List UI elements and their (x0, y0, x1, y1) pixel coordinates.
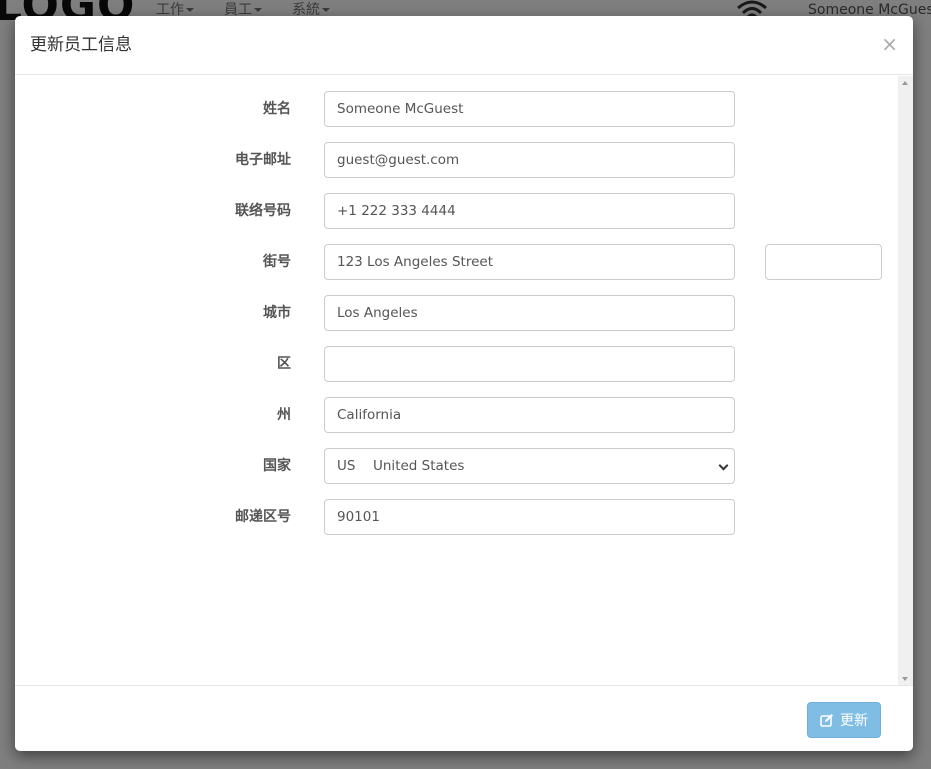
postal-input[interactable] (324, 499, 735, 535)
form-row-country: 国家 US United States (15, 448, 895, 484)
phone-input[interactable] (324, 193, 735, 229)
state-label: 州 (277, 407, 291, 423)
form-row-district: 区 (15, 346, 895, 382)
form-row-name: 姓名 (15, 91, 895, 127)
chevron-down-icon (718, 460, 729, 471)
name-label: 姓名 (263, 101, 291, 117)
close-button[interactable]: × (881, 34, 898, 54)
form-row-state: 州 (15, 397, 895, 433)
edit-icon (820, 714, 833, 727)
country-select[interactable]: US United States (324, 448, 735, 484)
modal-header: 更新员工信息 × (15, 16, 913, 75)
name-input[interactable] (324, 91, 735, 127)
email-label: 电子邮址 (235, 152, 291, 168)
postal-label: 邮递区号 (235, 509, 291, 525)
city-label: 城市 (263, 305, 291, 321)
form-row-postal: 邮递区号 (15, 499, 895, 535)
country-label: 国家 (263, 458, 291, 474)
scroll-down-arrow-icon[interactable] (902, 677, 908, 681)
form-row-street: 街号 (15, 244, 895, 280)
form-row-city: 城市 (15, 295, 895, 331)
update-button-label: 更新 (840, 713, 868, 729)
modal-footer: 更新 (15, 685, 913, 751)
modal-scrollbar[interactable] (898, 76, 913, 686)
form-row-email: 电子邮址 (15, 142, 895, 178)
scroll-up-arrow-icon[interactable] (902, 81, 908, 85)
street-extra-input[interactable] (765, 244, 882, 280)
city-input[interactable] (324, 295, 735, 331)
modal-body: 姓名 电子邮址 联络号码 街号 城市 区 州 国家 (15, 76, 913, 686)
modal-title: 更新员工信息 (30, 35, 132, 55)
street-label: 街号 (263, 254, 291, 270)
phone-label: 联络号码 (235, 203, 291, 219)
form-row-phone: 联络号码 (15, 193, 895, 229)
update-employee-modal: 更新员工信息 × 姓名 电子邮址 联络号码 街号 城市 区 (15, 16, 913, 751)
update-button[interactable]: 更新 (807, 702, 881, 738)
district-label: 区 (277, 356, 291, 372)
street-input[interactable] (324, 244, 735, 280)
state-input[interactable] (324, 397, 735, 433)
district-input[interactable] (324, 346, 735, 382)
email-input[interactable] (324, 142, 735, 178)
country-name: United States (373, 458, 465, 474)
country-code: US (337, 458, 356, 474)
